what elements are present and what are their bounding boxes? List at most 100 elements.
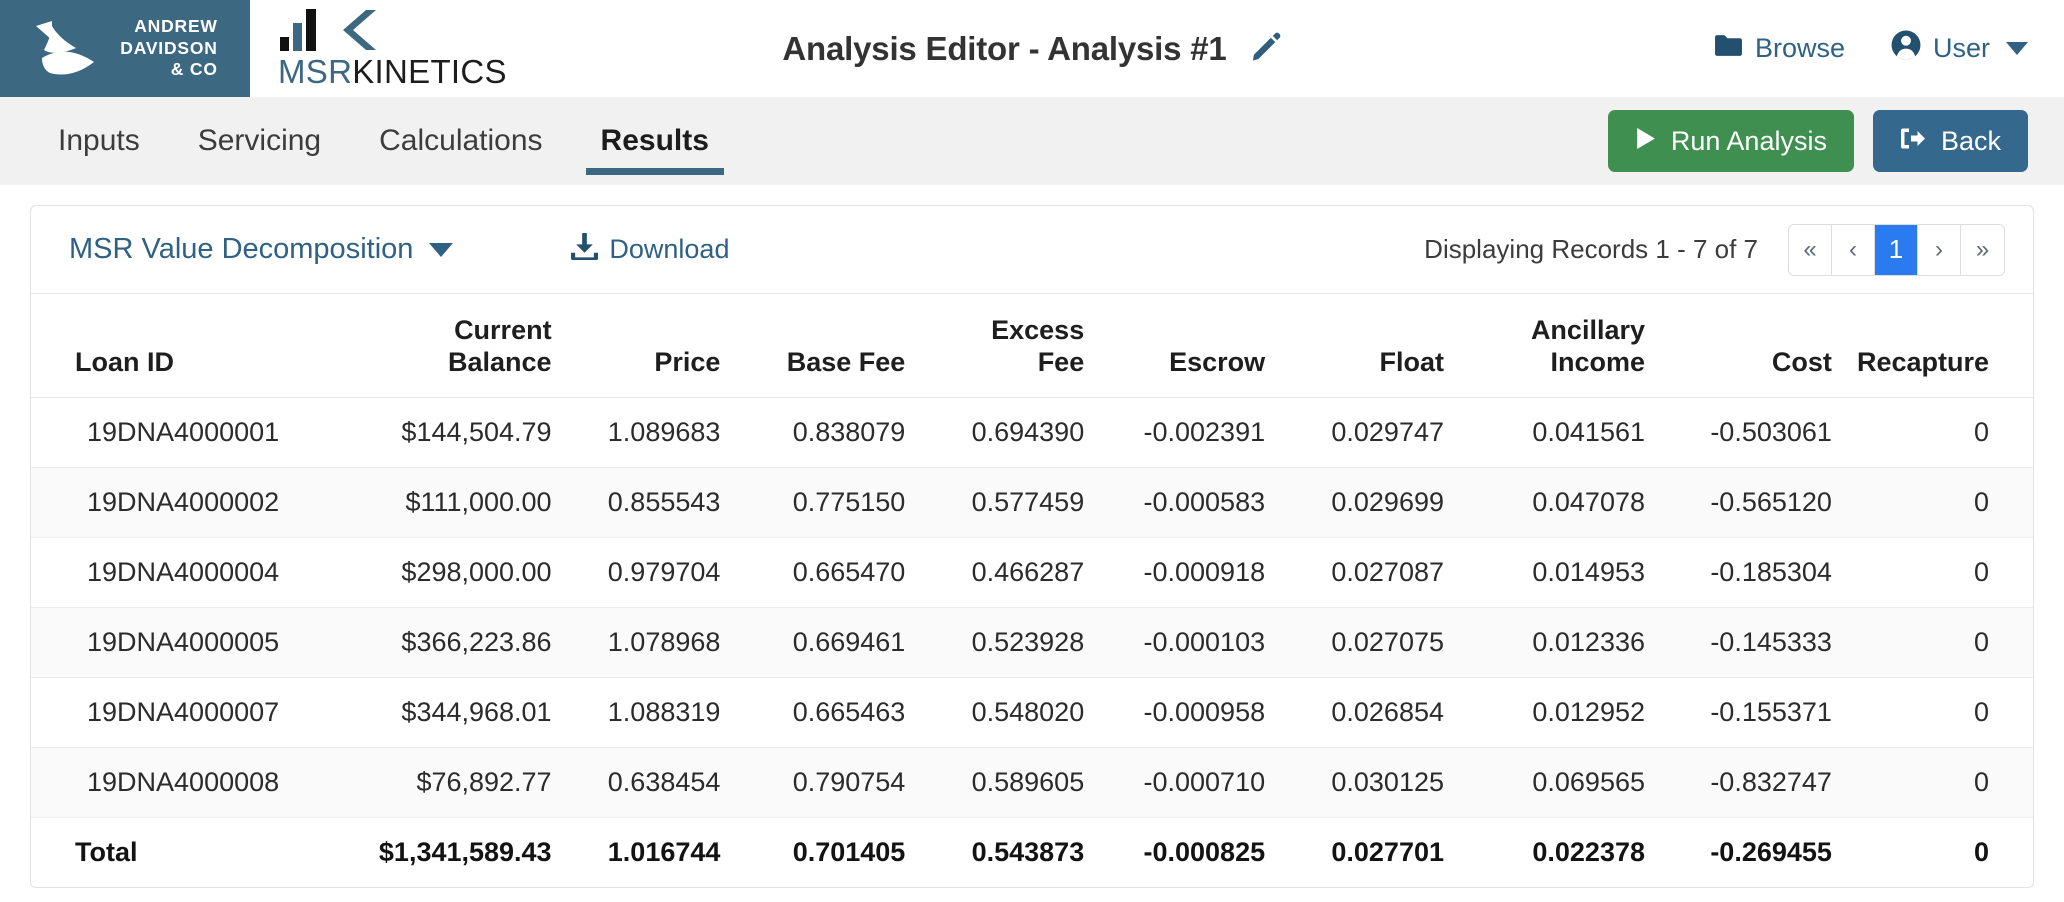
cell-cost: -0.145333 bbox=[1645, 607, 1832, 678]
column-header-current-balance[interactable]: Current Balance bbox=[342, 294, 552, 398]
user-menu[interactable]: User bbox=[1891, 30, 2028, 67]
table-row[interactable]: 19DNA4000004 $298,000.00 0.979704 0.665470 0… bbox=[31, 537, 2033, 608]
cell-escrow: -0.000103 bbox=[1084, 607, 1266, 678]
total-cell-loan-id: Total bbox=[31, 817, 343, 887]
cell-escrow: -0.000710 bbox=[1084, 747, 1266, 818]
table-row[interactable]: 19DNA4000001 $144,504.79 1.089683 0.838079 0… bbox=[31, 397, 2033, 468]
run-analysis-button[interactable]: Run Analysis bbox=[1607, 110, 1854, 172]
pager-page-1-button[interactable]: 1 bbox=[1875, 224, 1918, 275]
column-header-cost[interactable]: Cost bbox=[1645, 294, 1832, 398]
pencil-icon[interactable] bbox=[1251, 31, 1282, 67]
cell-price: 0.638454 bbox=[551, 747, 721, 818]
cell-excess-fee: 0.466287 bbox=[905, 537, 1085, 608]
back-label: Back bbox=[1940, 125, 2001, 156]
table-row[interactable]: 19DNA4000005 $366,223.86 1.078968 0.669461 0… bbox=[31, 607, 2033, 678]
cell-loan-id: 19DNA4000008 bbox=[31, 747, 343, 818]
total-cell-current-balance: $1,341,589.43 bbox=[342, 817, 552, 887]
column-header-excess-fee[interactable]: Excess Fee bbox=[905, 294, 1085, 398]
cell-price: 1.078968 bbox=[551, 607, 721, 678]
cell-current-balance: $366,223.86 bbox=[342, 607, 552, 678]
cell-ancillary-income: 0.069565 bbox=[1444, 747, 1645, 818]
pager-last-button[interactable]: » bbox=[1961, 224, 2004, 275]
cell-excess-fee: 0.523928 bbox=[905, 607, 1085, 678]
pagination: Displaying Records 1 - 7 of 7 « ‹ 1 › » bbox=[1424, 223, 2005, 276]
msr-kinetics-logo[interactable]: MSRKINETICS bbox=[278, 9, 507, 88]
cell-ancillary-income: 0.047078 bbox=[1444, 467, 1645, 538]
cell-base-fee: 0.775150 bbox=[720, 467, 906, 538]
cell-float: 0.029747 bbox=[1265, 397, 1444, 468]
cell-base-fee: 0.838079 bbox=[720, 397, 906, 468]
results-card: MSR Value Decomposition Download Display… bbox=[30, 205, 2034, 888]
tab-calculations-label: Calculations bbox=[379, 124, 543, 157]
cell-loan-id: 19DNA4000002 bbox=[31, 467, 343, 538]
cell-escrow: -0.000918 bbox=[1084, 537, 1266, 608]
cell-float: 0.030125 bbox=[1265, 747, 1444, 818]
top-bar: ANDREW DAVIDSON & CO MSRKINETICS Analysis … bbox=[0, 0, 2064, 97]
cell-recapture: 0 bbox=[1831, 747, 2033, 818]
tab-inputs[interactable]: Inputs bbox=[46, 97, 169, 185]
run-analysis-label: Run Analysis bbox=[1670, 125, 1827, 156]
record-count-label: Displaying Records 1 - 7 of 7 bbox=[1424, 234, 1758, 264]
column-header-base-fee[interactable]: Base Fee bbox=[720, 294, 906, 398]
folder-icon bbox=[1714, 33, 1743, 64]
download-label: Download bbox=[609, 234, 730, 264]
andrew-davidson-mark-icon bbox=[32, 18, 110, 80]
back-button[interactable]: Back bbox=[1872, 110, 2028, 172]
cell-float: 0.027087 bbox=[1265, 537, 1444, 608]
table-row[interactable]: 19DNA4000007 $344,968.01 1.088319 0.665463 0… bbox=[31, 677, 2033, 748]
cell-price: 1.089683 bbox=[551, 397, 721, 468]
cell-excess-fee: 0.577459 bbox=[905, 467, 1085, 538]
column-header-float[interactable]: Float bbox=[1265, 294, 1444, 398]
download-icon bbox=[571, 231, 599, 267]
cell-current-balance: $344,968.01 bbox=[342, 677, 552, 748]
pager-first-button[interactable]: « bbox=[1789, 224, 1832, 275]
tab-results[interactable]: Results bbox=[572, 97, 738, 185]
cell-loan-id: 19DNA4000007 bbox=[31, 677, 343, 748]
cell-excess-fee: 0.548020 bbox=[905, 677, 1085, 748]
column-header-recapture[interactable]: Recapture bbox=[1831, 294, 2033, 398]
cell-price: 0.979704 bbox=[551, 537, 721, 608]
play-icon bbox=[1635, 126, 1656, 157]
cell-ancillary-income: 0.012952 bbox=[1444, 677, 1645, 748]
msr-prefix: MSR bbox=[278, 53, 353, 90]
cell-cost: -0.565120 bbox=[1645, 467, 1832, 538]
cell-escrow: -0.000583 bbox=[1084, 467, 1266, 538]
tab-calculations[interactable]: Calculations bbox=[350, 97, 571, 185]
column-header-ancillary-income[interactable]: Ancillary Income bbox=[1444, 294, 1645, 398]
cell-excess-fee: 0.694390 bbox=[905, 397, 1085, 468]
table-body: 19DNA4000001 $144,504.79 1.089683 0.838079 0… bbox=[31, 397, 2033, 818]
sign-out-icon bbox=[1900, 126, 1926, 157]
cell-float: 0.029699 bbox=[1265, 467, 1444, 538]
cell-cost: -0.185304 bbox=[1645, 537, 1832, 608]
tab-list: Inputs Servicing Calculations Results bbox=[46, 97, 738, 185]
tab-servicing[interactable]: Servicing bbox=[169, 97, 350, 185]
cell-ancillary-income: 0.012336 bbox=[1444, 607, 1645, 678]
total-cell-price: 1.016744 bbox=[551, 817, 721, 887]
table-total-row: Total $1,341,589.43 1.016744 0.701405 0.5438… bbox=[31, 817, 2033, 887]
table-row[interactable]: 19DNA4000002 $111,000.00 0.855543 0.775150 0… bbox=[31, 467, 2033, 538]
table-head: Loan ID Current Balance Price Base Fee Ex… bbox=[31, 294, 2033, 398]
results-toolbar: MSR Value Decomposition Download Display… bbox=[31, 206, 2033, 294]
cell-excess-fee: 0.589605 bbox=[905, 747, 1085, 818]
cell-recapture: 0 bbox=[1831, 537, 2033, 608]
cell-recapture: 0 bbox=[1831, 397, 2033, 468]
tab-inputs-label: Inputs bbox=[58, 124, 140, 157]
browse-button[interactable]: Browse bbox=[1714, 33, 1845, 64]
user-label: User bbox=[1932, 33, 1990, 63]
pager-next-button[interactable]: › bbox=[1918, 224, 1961, 275]
cell-cost: -0.155371 bbox=[1645, 677, 1832, 748]
table-row[interactable]: 19DNA4000008 $76,892.77 0.638454 0.790754 0.… bbox=[31, 747, 2033, 818]
andrew-davidson-logo[interactable]: ANDREW DAVIDSON & CO bbox=[0, 0, 250, 97]
cell-escrow: -0.002391 bbox=[1084, 397, 1266, 468]
download-button[interactable]: Download bbox=[571, 231, 730, 267]
tab-servicing-label: Servicing bbox=[197, 124, 322, 157]
column-header-loan-id[interactable]: Loan ID bbox=[31, 294, 343, 398]
column-header-price[interactable]: Price bbox=[551, 294, 721, 398]
user-circle-icon bbox=[1891, 30, 1921, 67]
report-type-dropdown[interactable]: MSR Value Decomposition bbox=[69, 233, 454, 266]
tab-bar: Inputs Servicing Calculations Results Ru… bbox=[0, 97, 2064, 185]
cell-current-balance: $144,504.79 bbox=[342, 397, 552, 468]
cell-ancillary-income: 0.041561 bbox=[1444, 397, 1645, 468]
column-header-escrow[interactable]: Escrow bbox=[1084, 294, 1266, 398]
pager-prev-button[interactable]: ‹ bbox=[1832, 224, 1875, 275]
